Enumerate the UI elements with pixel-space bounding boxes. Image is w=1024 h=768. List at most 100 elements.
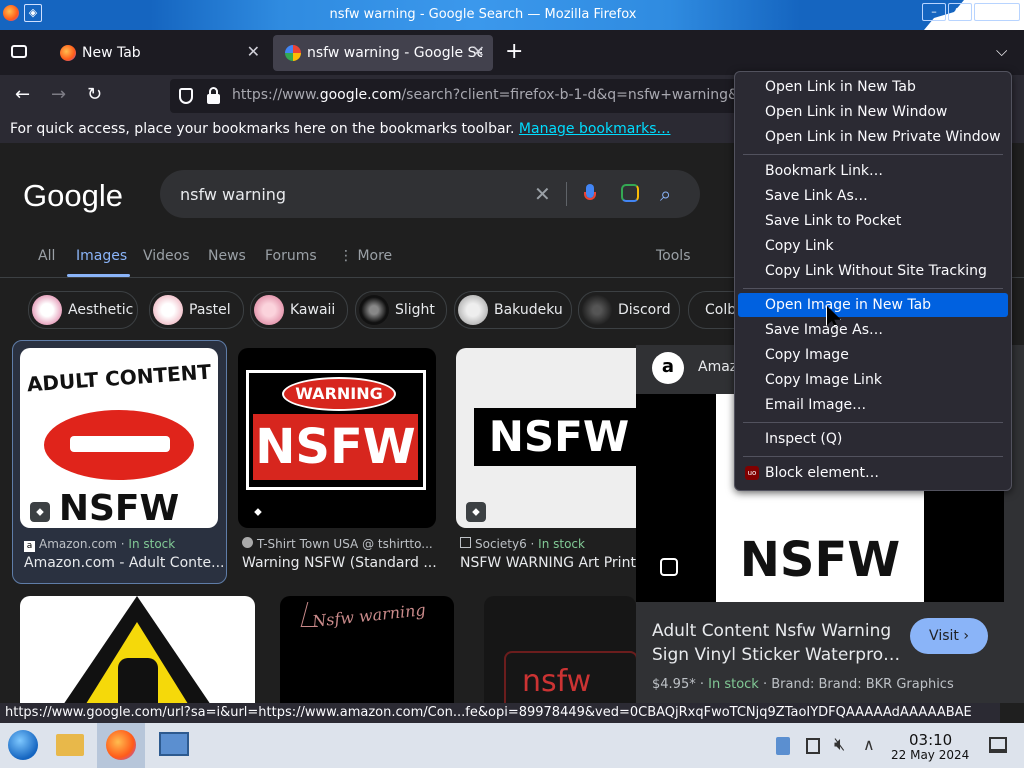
url-text[interactable]: https://www.google.com/search?client=fir… [232, 87, 739, 103]
chip-bakudeku[interactable]: Bakudeku [454, 291, 572, 329]
bookmarks-hint: For quick access, place your bookmarks h… [10, 121, 671, 137]
search-icon[interactable]: ⌕ [660, 182, 671, 206]
more-vertical-icon: ⋮ [339, 248, 353, 264]
chip-kawaii[interactable]: Kawaii [250, 291, 348, 329]
minimize-button[interactable]: – [922, 3, 946, 21]
close-tab-icon[interactable]: ✕ [472, 44, 485, 60]
chip-aesthetic[interactable]: Aesthetic [28, 291, 138, 329]
result-image-warning-triangle[interactable] [20, 596, 255, 703]
panel-source[interactable]: Amaz [698, 359, 737, 375]
tools-button[interactable]: Tools [656, 248, 691, 264]
menu-open-image-new-tab[interactable]: Open Image in New Tab [738, 293, 1008, 317]
clear-search-icon[interactable]: ✕ [534, 182, 551, 206]
menu-save-link-to-pocket[interactable]: Save Link to Pocket [738, 209, 1008, 233]
tag-icon[interactable]: ⬥ [248, 502, 268, 522]
society6-favicon-icon [460, 537, 471, 548]
search-divider [566, 182, 567, 206]
search-box[interactable]: nsfw warning ✕ ⌕ [160, 170, 700, 218]
back-button[interactable]: ← [15, 86, 30, 104]
tab-label: nsfw warning - Google Se [307, 45, 482, 61]
menu-save-image-as[interactable]: Save Image As… [738, 318, 1008, 342]
result-image-warning-nsfw[interactable]: WARNING NSFW [238, 348, 436, 528]
result-image-society6[interactable]: NSFW [456, 348, 646, 528]
site-info-shield-icon[interactable] [179, 88, 193, 104]
tab-more[interactable]: ⋮ More [339, 248, 392, 264]
url-bar[interactable]: https://www.google.com/search?client=fir… [170, 79, 750, 113]
menu-open-link-new-tab[interactable]: Open Link in New Tab [738, 75, 1008, 99]
menu-save-link-as[interactable]: Save Link As… [738, 184, 1008, 208]
chip-slight[interactable]: Slight [355, 291, 447, 329]
menu-copy-image-link[interactable]: Copy Image Link [738, 368, 1008, 392]
chip-thumbnail [582, 295, 612, 325]
status-url: https://www.google.com/url?sa=i&url=http… [5, 705, 972, 720]
panel-title-line2[interactable]: Sign Vinyl Sticker Waterpro… [652, 645, 900, 665]
tab-strip: New Tab ✕ nsfw warning - Google Se ✕ + ⌵ [0, 30, 1024, 75]
firefox-taskbar-button[interactable] [97, 723, 145, 768]
result-title[interactable]: Warning NSFW (Standard ... [242, 555, 437, 571]
reload-button[interactable]: ↻ [87, 86, 102, 104]
close-window-button[interactable]: ✕ [974, 3, 1020, 21]
speaker-muted-icon[interactable]: 🔇︎ [834, 734, 845, 755]
handwritten-text: Nsfw warning [311, 600, 427, 631]
result-image-adult-content[interactable]: ADULT CONTENT NSFW [20, 348, 218, 528]
windows-logo-icon [8, 730, 38, 760]
storage-tray-icon[interactable] [806, 738, 820, 754]
result-image-neon[interactable]: nsfw [484, 596, 636, 703]
manage-bookmarks-link[interactable]: Manage bookmarks… [519, 121, 671, 137]
list-all-tabs-icon[interactable]: ⌵ [996, 42, 1007, 60]
tab-news[interactable]: News [208, 248, 246, 264]
firefox-view-icon[interactable] [11, 45, 27, 58]
tag-icon[interactable]: ⬥ [30, 502, 50, 522]
amazon-logo-icon[interactable]: a [652, 352, 684, 384]
chip-pastel[interactable]: Pastel [149, 291, 244, 329]
result-title[interactable]: NSFW WARNING Art Print [460, 555, 636, 571]
clock-time[interactable]: 03:10 [909, 731, 952, 749]
panel-visit-button[interactable]: Visit › [910, 618, 988, 654]
result-source: Society6 · In stock [460, 537, 585, 551]
show-desktop-icon[interactable] [989, 737, 1007, 753]
start-menu-button[interactable] [3, 723, 43, 768]
menu-separator [743, 422, 1003, 423]
result-source: a Amazon.com · In stock [24, 537, 175, 552]
lens-search-icon[interactable] [660, 558, 678, 576]
menu-inspect[interactable]: Inspect (Q) [738, 427, 1008, 451]
window-title-bar: ◈ nsfw warning - Google Search — Mozilla… [0, 0, 1024, 30]
file-manager-button[interactable] [50, 723, 90, 768]
menu-bookmark-link[interactable]: Bookmark Link… [738, 159, 1008, 183]
microphone-stand-icon [584, 192, 596, 200]
system-settings-button[interactable] [152, 723, 196, 768]
close-tab-icon[interactable]: ✕ [247, 44, 260, 60]
tab-new-tab[interactable]: New Tab ✕ [48, 35, 268, 71]
search-input[interactable]: nsfw warning [180, 185, 286, 204]
menu-email-image[interactable]: Email Image… [738, 393, 1008, 417]
menu-block-element[interactable]: uo Block element… [738, 461, 1008, 485]
forward-button[interactable]: → [51, 86, 66, 104]
tab-forums[interactable]: Forums [265, 248, 317, 264]
neon-text: nsfw [522, 664, 592, 699]
menu-copy-image[interactable]: Copy Image [738, 343, 1008, 367]
menu-copy-link[interactable]: Copy Link [738, 234, 1008, 258]
amazon-favicon-icon: a [24, 541, 35, 552]
tab-all[interactable]: All [38, 248, 55, 264]
result-title[interactable]: Amazon.com - Adult Conte... [24, 555, 224, 571]
tab-google-search[interactable]: nsfw warning - Google Se ✕ [273, 35, 493, 71]
google-favicon-icon [285, 45, 301, 61]
clipboard-tray-icon[interactable] [776, 737, 790, 755]
maximize-button[interactable]: ▢ [948, 3, 972, 21]
tag-icon[interactable]: ⬥ [466, 502, 486, 522]
tab-images[interactable]: Images [76, 248, 127, 264]
panel-title-line1[interactable]: Adult Content Nsfw Warning [652, 621, 891, 641]
menu-open-link-private-window[interactable]: Open Link in New Private Window [738, 125, 1008, 149]
result-image-handwritten[interactable]: Nsfw warning [280, 596, 454, 703]
menu-open-link-new-window[interactable]: Open Link in New Window [738, 100, 1008, 124]
menu-copy-link-without-tracking[interactable]: Copy Link Without Site Tracking [738, 259, 1008, 283]
google-logo[interactable]: Google [23, 178, 123, 214]
tray-expand-icon[interactable]: ∧ [863, 735, 875, 754]
chip-thumbnail [32, 295, 62, 325]
new-tab-button[interactable]: + [505, 39, 523, 65]
clock-date[interactable]: 22 May 2024 [891, 748, 969, 762]
tab-videos[interactable]: Videos [143, 248, 190, 264]
chip-discord[interactable]: Discord [578, 291, 680, 329]
lens-camera-icon[interactable] [621, 184, 639, 202]
menu-separator [743, 288, 1003, 289]
